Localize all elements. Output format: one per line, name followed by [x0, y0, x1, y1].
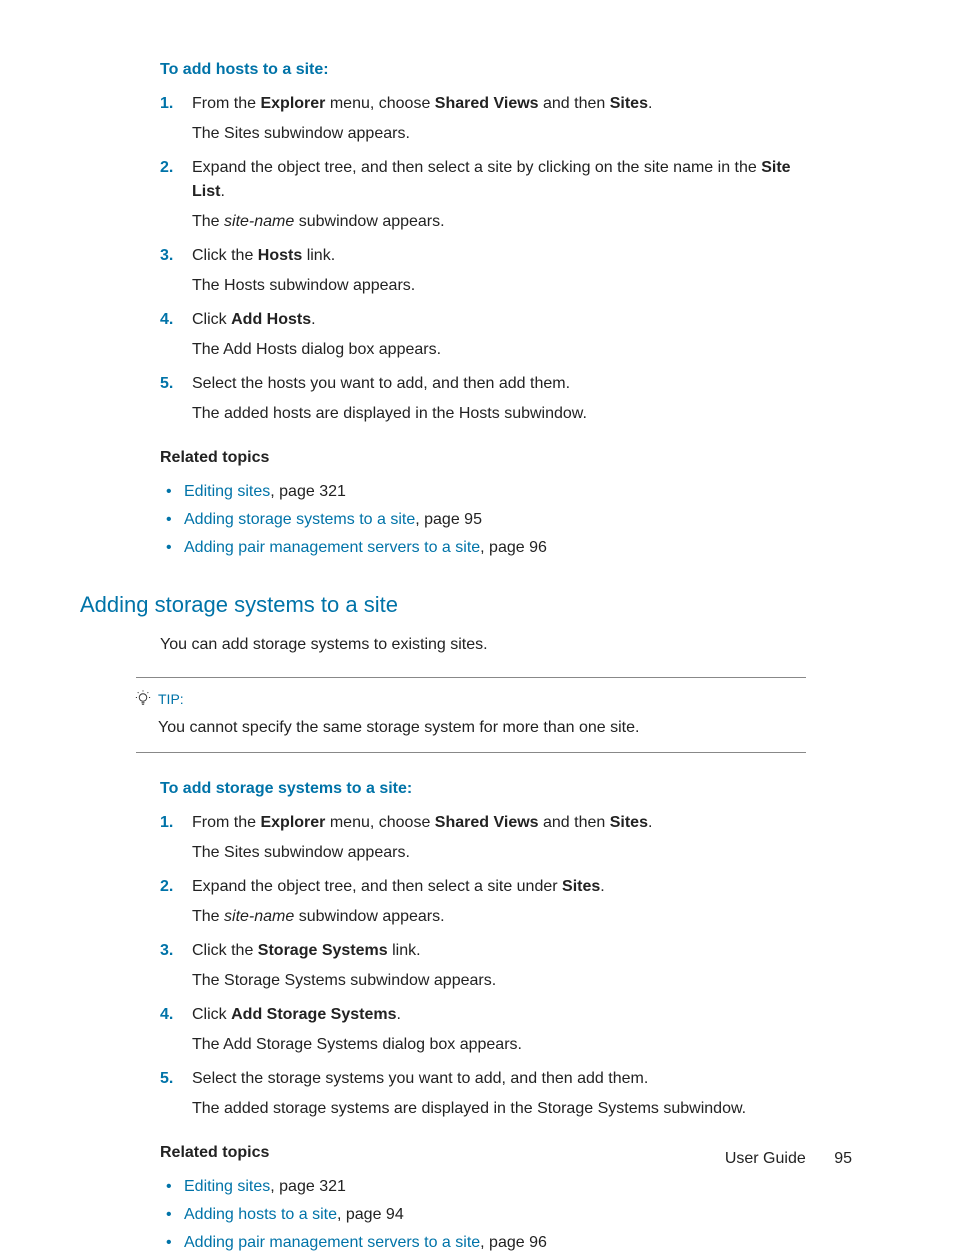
step-number: 4.	[160, 308, 173, 332]
tip-callout: TIP: You cannot specify the same storage…	[136, 677, 806, 753]
step-result: The Add Storage Systems dialog box appea…	[192, 1033, 806, 1057]
related-link[interactable]: Editing sites	[184, 1178, 270, 1195]
step-number: 4.	[160, 1003, 173, 1027]
step-number: 1.	[160, 92, 173, 116]
related-topics-list: Editing sites, page 321 Adding storage s…	[160, 480, 806, 560]
step-result: The Hosts subwindow appears.	[192, 274, 806, 298]
tip-label: TIP:	[158, 691, 184, 707]
related-topics-heading: Related topics	[160, 446, 806, 470]
step-result: The added storage systems are displayed …	[192, 1097, 806, 1121]
step-item: 1. From the Explorer menu, choose Shared…	[160, 92, 806, 146]
step-item: 4. Click Add Storage Systems. The Add St…	[160, 1003, 806, 1057]
step-text: Select the storage systems you want to a…	[192, 1067, 806, 1091]
step-result: The Sites subwindow appears.	[192, 841, 806, 865]
list-item: Editing sites, page 321	[160, 480, 806, 504]
step-result: The Sites subwindow appears.	[192, 122, 806, 146]
related-link[interactable]: Adding storage systems to a site	[184, 511, 415, 528]
step-number: 3.	[160, 244, 173, 268]
step-text: Click Add Hosts.	[192, 308, 806, 332]
related-link[interactable]: Adding pair management servers to a site	[184, 1234, 480, 1251]
step-text: Select the hosts you want to add, and th…	[192, 372, 806, 396]
step-number: 5.	[160, 1067, 173, 1091]
related-topics-heading: Related topics	[160, 1141, 806, 1165]
step-result: The site-name subwindow appears.	[192, 210, 806, 234]
procedure-title: To add storage systems to a site:	[160, 777, 806, 801]
lightbulb-icon	[134, 690, 152, 708]
step-item: 5. Select the storage systems you want t…	[160, 1067, 806, 1121]
doc-title: User Guide	[725, 1150, 806, 1167]
page-footer: User Guide 95	[725, 1147, 852, 1171]
step-item: 1. From the Explorer menu, choose Shared…	[160, 811, 806, 865]
step-text: From the Explorer menu, choose Shared Vi…	[192, 92, 806, 116]
step-text: From the Explorer menu, choose Shared Vi…	[192, 811, 806, 835]
procedure-steps: 1. From the Explorer menu, choose Shared…	[160, 811, 806, 1121]
list-item: Editing sites, page 321	[160, 1175, 806, 1199]
procedure-title: To add hosts to a site:	[160, 58, 806, 82]
step-number: 1.	[160, 811, 173, 835]
list-item: Adding hosts to a site, page 94	[160, 1203, 806, 1227]
step-item: 2. Expand the object tree, and then sele…	[160, 156, 806, 234]
related-link[interactable]: Adding hosts to a site	[184, 1206, 337, 1223]
step-number: 3.	[160, 939, 173, 963]
page-number: 95	[834, 1150, 852, 1167]
step-text: Expand the object tree, and then select …	[192, 875, 806, 899]
section-intro: You can add storage systems to existing …	[160, 633, 806, 657]
step-result: The Add Hosts dialog box appears.	[192, 338, 806, 362]
related-topics-list: Editing sites, page 321 Adding hosts to …	[160, 1175, 806, 1255]
step-item: 5. Select the hosts you want to add, and…	[160, 372, 806, 426]
related-link[interactable]: Adding pair management servers to a site	[184, 539, 480, 556]
step-number: 2.	[160, 875, 173, 899]
step-item: 4. Click Add Hosts. The Add Hosts dialog…	[160, 308, 806, 362]
step-item: 3. Click the Hosts link. The Hosts subwi…	[160, 244, 806, 298]
step-result: The added hosts are displayed in the Hos…	[192, 402, 806, 426]
step-number: 2.	[160, 156, 173, 180]
step-result: The site-name subwindow appears.	[192, 905, 806, 929]
step-text: Click the Storage Systems link.	[192, 939, 806, 963]
step-item: 2. Expand the object tree, and then sele…	[160, 875, 806, 929]
step-text: Click the Hosts link.	[192, 244, 806, 268]
section-heading: Adding storage systems to a site	[80, 588, 806, 621]
related-link[interactable]: Editing sites	[184, 483, 270, 500]
list-item: Adding storage systems to a site, page 9…	[160, 508, 806, 532]
step-text: Expand the object tree, and then select …	[192, 156, 806, 204]
procedure-steps: 1. From the Explorer menu, choose Shared…	[160, 92, 806, 426]
list-item: Adding pair management servers to a site…	[160, 536, 806, 560]
step-result: The Storage Systems subwindow appears.	[192, 969, 806, 993]
step-number: 5.	[160, 372, 173, 396]
tip-text: You cannot specify the same storage syst…	[158, 716, 806, 740]
step-item: 3. Click the Storage Systems link. The S…	[160, 939, 806, 993]
step-text: Click Add Storage Systems.	[192, 1003, 806, 1027]
